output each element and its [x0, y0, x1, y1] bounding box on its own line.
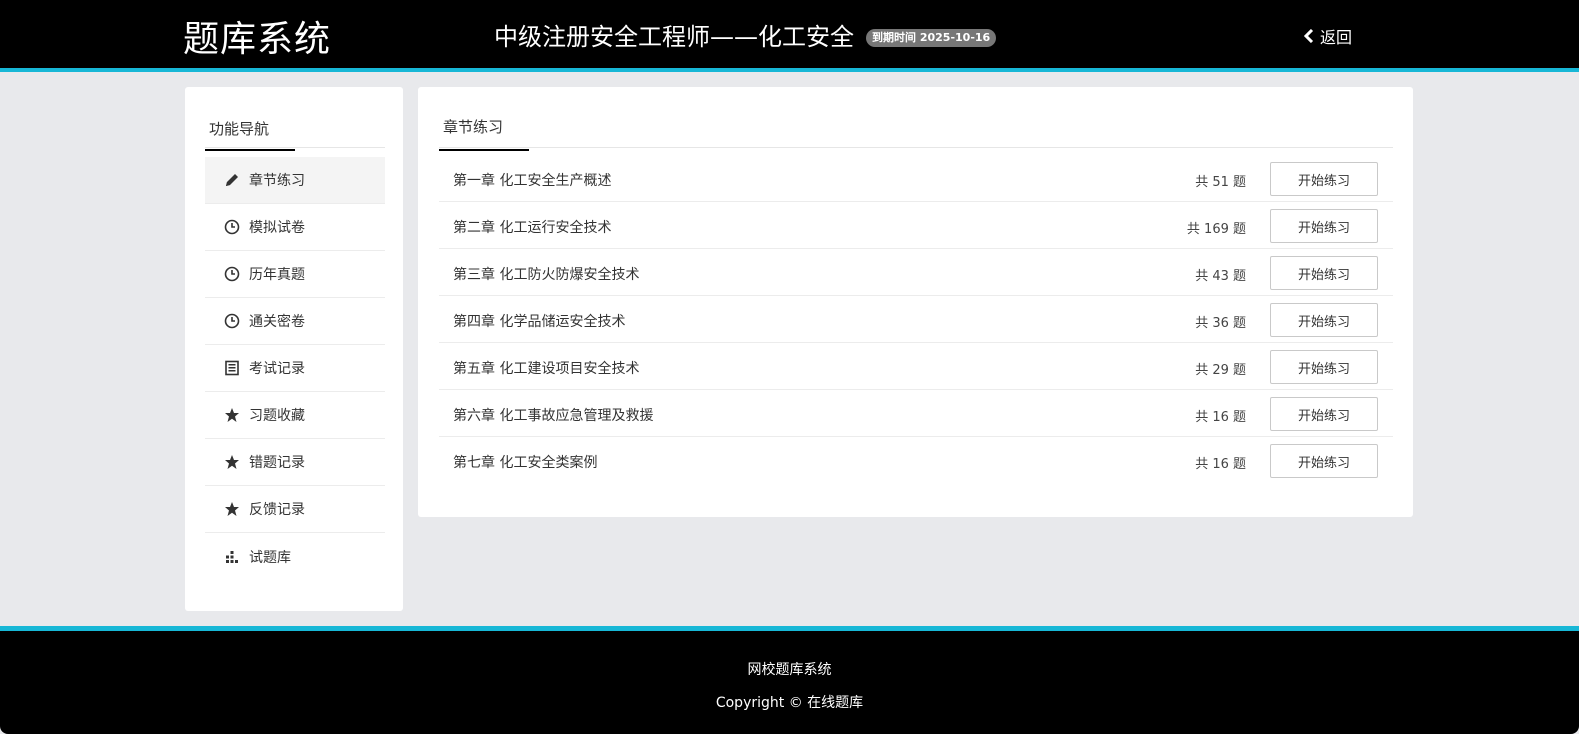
- question-count: 共 16 题: [1195, 457, 1246, 472]
- main-tab-bar: 章节练习: [439, 116, 1393, 151]
- back-label: 返回: [1320, 28, 1353, 47]
- star-icon: [223, 453, 241, 471]
- sidebar-heading: 功能导航: [205, 118, 385, 151]
- question-count: 共 36 题: [1195, 316, 1246, 331]
- question-count: 共 51 题: [1195, 175, 1246, 190]
- start-practice-button[interactable]: 开始练习: [1270, 444, 1378, 478]
- sidebar-item-feedback[interactable]: 反馈记录: [205, 486, 385, 533]
- main-panel: 章节练习 第一章 化工安全生产概述 共 51 题 开始练习 第二章 化工运行安全…: [418, 87, 1413, 517]
- sidebar-item-label: 通关密卷: [249, 314, 305, 330]
- chapter-title: 第七章 化工安全类案例: [453, 455, 598, 471]
- sidebar-item-label: 反馈记录: [249, 502, 305, 518]
- sidebar-item-favorites[interactable]: 习题收藏: [205, 392, 385, 439]
- chapter-row: 第七章 化工安全类案例 共 16 题 开始练习: [439, 437, 1393, 484]
- start-practice-button[interactable]: 开始练习: [1270, 209, 1378, 243]
- chapter-title: 第一章 化工安全生产概述: [453, 173, 612, 189]
- sidebar-item-wrong-answers[interactable]: 错题记录: [205, 439, 385, 486]
- sidebar-item-label: 考试记录: [249, 361, 305, 377]
- sidebar-heading-label: 功能导航: [205, 118, 295, 151]
- sidebar-item-label: 章节练习: [249, 173, 305, 189]
- footer-copyright: Copyright © 在线题库: [715, 695, 864, 711]
- sidebar-item-label: 模拟试卷: [249, 220, 305, 236]
- sidebar-item-past-papers[interactable]: 历年真题: [205, 251, 385, 298]
- chapter-title: 第三章 化工防火防爆安全技术: [453, 267, 640, 283]
- sidebar-item-mock-exam[interactable]: 模拟试卷: [205, 204, 385, 251]
- question-count: 共 16 题: [1195, 410, 1246, 425]
- chapter-row: 第五章 化工建设项目安全技术 共 29 题 开始练习: [439, 343, 1393, 390]
- clock-icon: [223, 312, 241, 330]
- chapter-row: 第一章 化工安全生产概述 共 51 题 开始练习: [439, 155, 1393, 202]
- chevron-left-icon: [1304, 29, 1314, 43]
- chapter-title: 第五章 化工建设项目安全技术: [453, 361, 640, 377]
- top-header: 题库系统 中级注册安全工程师——化工安全 到期时间 2025-10-16 返回: [0, 0, 1579, 72]
- sidebar-item-secret-papers[interactable]: 通关密卷: [205, 298, 385, 345]
- question-count: 共 43 题: [1195, 269, 1246, 284]
- sidebar-item-label: 试题库: [249, 549, 291, 566]
- chapter-row: 第三章 化工防火防爆安全技术 共 43 题 开始练习: [439, 249, 1393, 296]
- clock-icon: [223, 218, 241, 236]
- chapter-title: 第四章 化学品储运安全技术: [453, 314, 626, 330]
- sidebar-item-label: 错题记录: [249, 455, 305, 471]
- sidebar-item-label: 习题收藏: [249, 408, 305, 424]
- star-icon: [223, 500, 241, 518]
- sidebar-nav: 章节练习 模拟试卷 历年真题 通关密卷 考试记录 习题收藏 错题记录 反馈记录 …: [205, 157, 385, 580]
- chapter-row: 第二章 化工运行安全技术 共 169 题 开始练习: [439, 202, 1393, 249]
- bar-chart-icon: [223, 548, 241, 566]
- chapter-row: 第六章 化工事故应急管理及救援 共 16 题 开始练习: [439, 390, 1393, 437]
- question-count: 共 169 题: [1186, 222, 1246, 237]
- sidebar-item-label: 历年真题: [249, 267, 305, 283]
- tab-chapter-practice[interactable]: 章节练习: [439, 116, 529, 151]
- sidebar-item-question-bank[interactable]: 试题库: [205, 533, 385, 580]
- chapter-title: 第二章 化工运行安全技术: [453, 220, 612, 236]
- list-alt-icon: [223, 359, 241, 377]
- start-practice-button[interactable]: 开始练习: [1270, 256, 1378, 290]
- expire-badge: 到期时间 2025-10-16: [866, 29, 997, 47]
- pencil-icon: [223, 171, 241, 189]
- sidebar: 功能导航 章节练习 模拟试卷 历年真题 通关密卷 考试记录 习题收藏 错题记录 …: [185, 87, 403, 611]
- chapter-row: 第四章 化学品储运安全技术 共 36 题 开始练习: [439, 296, 1393, 343]
- footer: 网校题库系统 Copyright © 在线题库: [0, 626, 1579, 734]
- sidebar-item-exam-records[interactable]: 考试记录: [205, 345, 385, 392]
- start-practice-button[interactable]: 开始练习: [1270, 350, 1378, 384]
- star-icon: [223, 406, 241, 424]
- start-practice-button[interactable]: 开始练习: [1270, 397, 1378, 431]
- start-practice-button[interactable]: 开始练习: [1270, 162, 1378, 196]
- chapter-title: 第六章 化工事故应急管理及救援: [453, 408, 654, 424]
- sidebar-item-chapter-practice[interactable]: 章节练习: [205, 157, 385, 204]
- clock-icon: [223, 265, 241, 283]
- back-button[interactable]: 返回: [1304, 24, 1352, 48]
- exam-title: 中级注册安全工程师——化工安全: [494, 23, 854, 51]
- start-practice-button[interactable]: 开始练习: [1270, 303, 1378, 337]
- chapter-list: 第一章 化工安全生产概述 共 51 题 开始练习 第二章 化工运行安全技术 共 …: [439, 155, 1393, 484]
- footer-site-name: 网校题库系统: [747, 662, 832, 678]
- question-count: 共 29 题: [1195, 363, 1246, 378]
- site-logo[interactable]: 题库系统: [183, 10, 331, 62]
